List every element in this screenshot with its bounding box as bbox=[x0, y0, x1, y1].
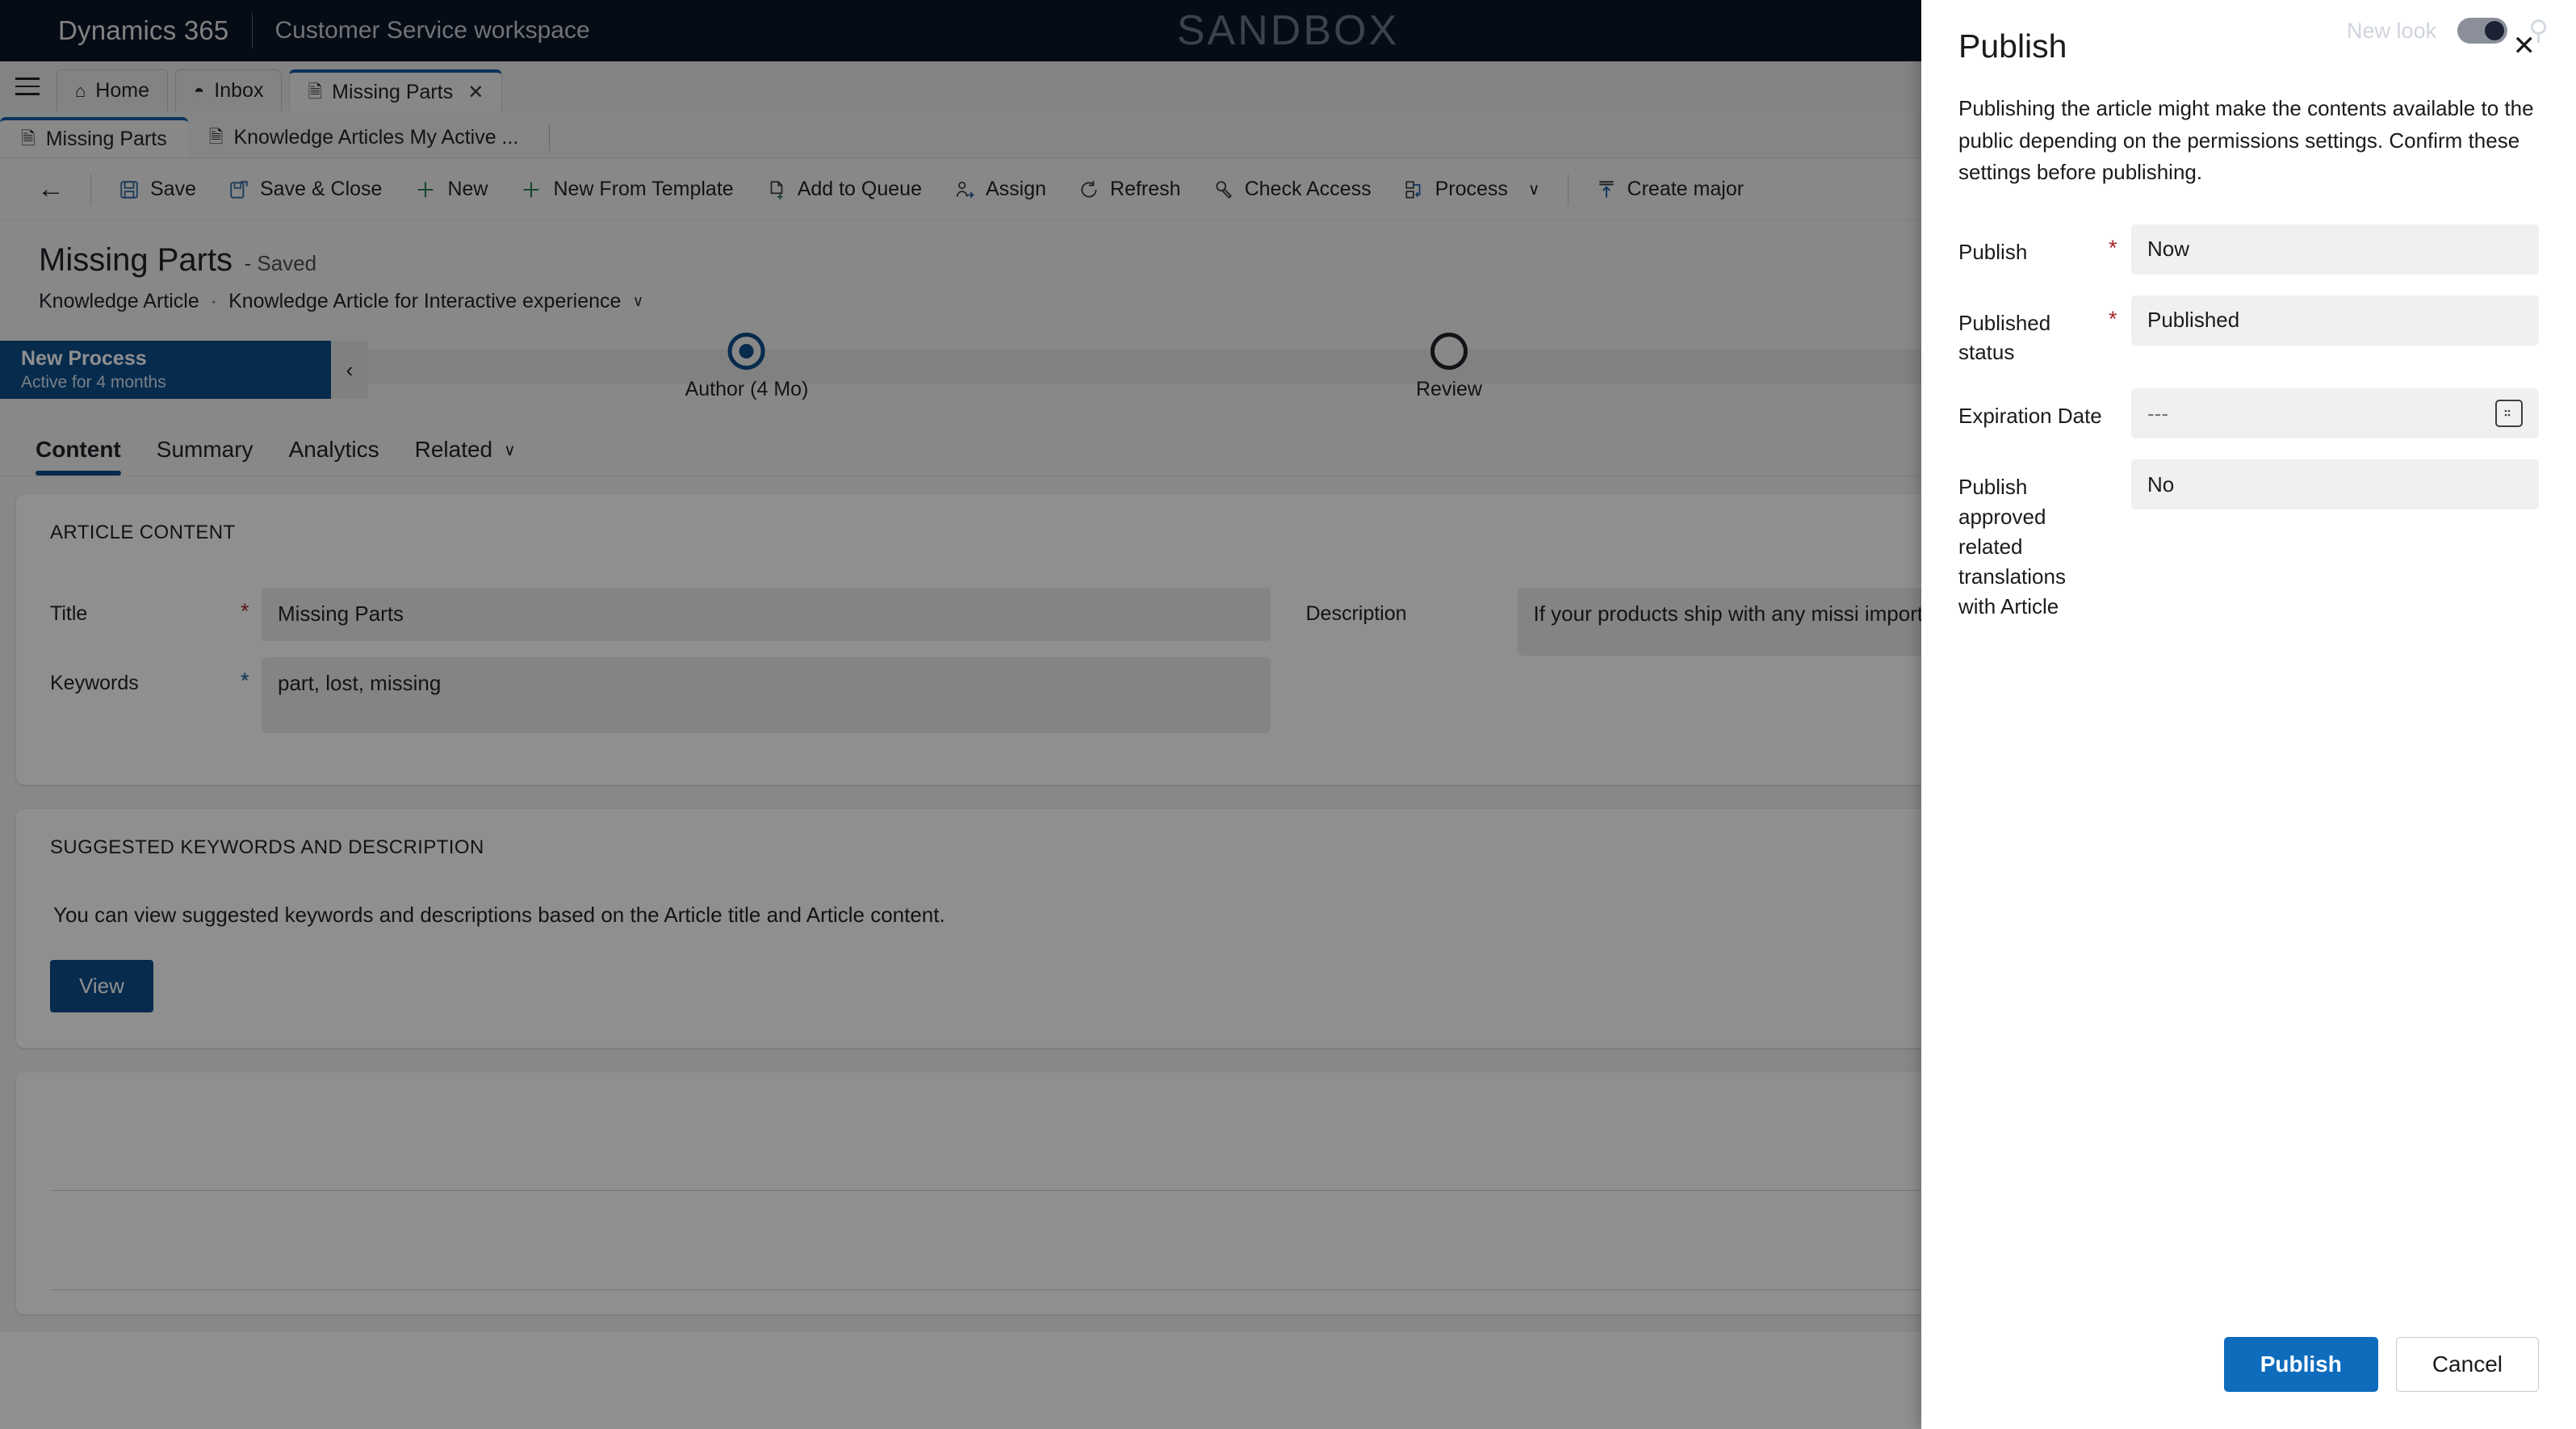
top-navigation-actions: New look ⚲ bbox=[2347, 17, 2576, 44]
required-indicator: * bbox=[2109, 235, 2117, 260]
publish-select[interactable]: Now bbox=[2131, 224, 2539, 274]
publish-panel-description: Publishing the article might make the co… bbox=[1958, 96, 2534, 185]
expiration-date-field-row: Expiration Date --- bbox=[1958, 388, 2539, 439]
search-icon[interactable]: ⚲ bbox=[2528, 17, 2549, 44]
published-status-field-label: Published status bbox=[1958, 310, 2051, 365]
cancel-button[interactable]: Cancel bbox=[2395, 1337, 2539, 1392]
publish-panel-form: Publish * Now Published status * Publish… bbox=[1921, 189, 2576, 643]
publish-side-panel: Publish ✕ Publishing the article might m… bbox=[1921, 0, 2576, 1429]
new-look-label: New look bbox=[2347, 18, 2437, 43]
publish-translations-field-label: Publish approved related translations wi… bbox=[1958, 475, 2066, 618]
expiration-date-input[interactable]: --- bbox=[2131, 388, 2539, 439]
publish-panel-title: Publish bbox=[1958, 27, 2067, 65]
published-status-field-row: Published status * Published bbox=[1958, 295, 2539, 368]
published-status-select-value: Published bbox=[2147, 308, 2240, 333]
publish-panel-footer: Publish Cancel bbox=[1921, 1337, 2576, 1429]
publish-translations-field-row: Publish approved related translations wi… bbox=[1958, 459, 2539, 622]
expiration-date-value: --- bbox=[2147, 400, 2168, 425]
publish-button[interactable]: Publish bbox=[2223, 1337, 2378, 1392]
expiration-date-field-label: Expiration Date bbox=[1958, 404, 2102, 429]
publish-field-label: Publish bbox=[1958, 239, 2028, 264]
publish-select-value: Now bbox=[2147, 237, 2190, 262]
new-look-toggle[interactable] bbox=[2457, 18, 2508, 44]
published-status-select[interactable]: Published bbox=[2131, 295, 2539, 346]
publish-field-row: Publish * Now bbox=[1958, 224, 2539, 274]
publish-translations-select[interactable]: No bbox=[2131, 459, 2539, 510]
required-indicator: * bbox=[2109, 306, 2117, 331]
expiration-date-spacer bbox=[2109, 388, 2131, 400]
publish-translations-select-value: No bbox=[2147, 471, 2175, 497]
calendar-icon[interactable] bbox=[2495, 400, 2523, 428]
publish-translations-spacer bbox=[2109, 459, 2131, 471]
